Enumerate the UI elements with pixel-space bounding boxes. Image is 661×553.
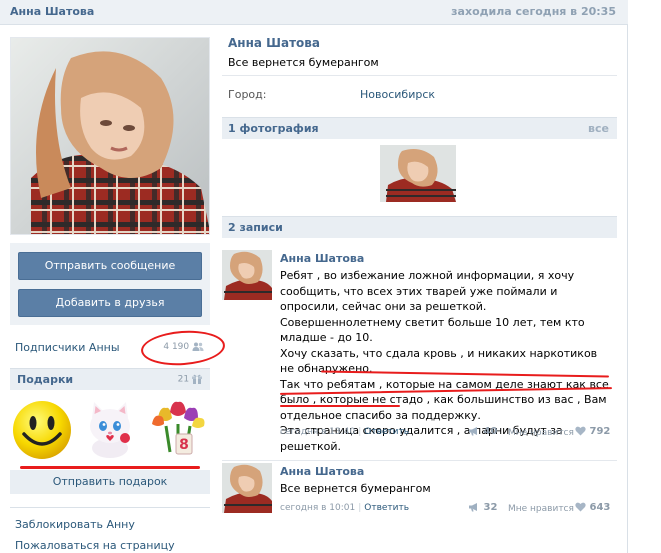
megaphone-icon: [469, 503, 477, 512]
post-meta: сегодня в 13:40 | Ответить: [280, 427, 410, 437]
profile-name: Анна Шатова: [228, 36, 320, 50]
annotation-underline: [280, 405, 400, 407]
post-author[interactable]: Анна Шатова: [280, 465, 364, 478]
photo-thumbnail[interactable]: [380, 145, 456, 202]
wall-header[interactable]: 2 записи: [222, 216, 617, 238]
profile-avatar[interactable]: [10, 37, 210, 235]
reply-link[interactable]: Ответить: [364, 503, 409, 513]
wall-post: Анна Шатова Ребят , во избежание ложной …: [222, 248, 617, 453]
gifts-count-value: 21: [177, 374, 190, 385]
post-time[interactable]: сегодня в 10:01: [280, 503, 355, 513]
svg-text:8: 8: [179, 437, 189, 453]
profile-page: Анна Шатова заходила сегодня в 20:35 Отп…: [0, 0, 628, 553]
profile-actions: Отправить сообщение Добавить в друзья: [10, 243, 210, 325]
like-count[interactable]: 643: [575, 502, 610, 513]
post-text-line: Ребят , во избежание ложной информации, …: [280, 269, 585, 344]
like-count[interactable]: 792: [575, 426, 610, 437]
like-count-value: 792: [589, 426, 611, 437]
gifts-title: Подарки: [17, 373, 74, 386]
share-count-value: 32: [483, 502, 498, 513]
online-status: заходила сегодня в 20:35: [451, 5, 616, 18]
heart-icon: [575, 426, 586, 436]
megaphone-icon: [469, 427, 477, 436]
reply-link[interactable]: Ответить: [364, 427, 409, 437]
photos-title: 1 фотография: [228, 122, 319, 135]
post-text-line: Так что ребятам , которые на самом деле …: [280, 377, 609, 422]
divider: [222, 75, 617, 76]
gift-icon: [192, 374, 202, 384]
topbar-name[interactable]: Анна Шатова: [10, 5, 94, 18]
like-label[interactable]: Мне нравится: [508, 504, 574, 514]
report-page-link[interactable]: Пожаловаться на страницу: [15, 539, 175, 552]
post-text: Все вернется бумерангом: [280, 481, 610, 497]
gifts-count: 21: [178, 374, 202, 385]
post-time[interactable]: сегодня в 13:40: [280, 427, 355, 437]
divider: [10, 507, 210, 508]
page-margin: [629, 0, 661, 553]
tulips-gift[interactable]: 8: [146, 396, 210, 460]
profile-status: Все вернется бумерангом: [228, 56, 379, 69]
kitten-gift[interactable]: [78, 396, 142, 460]
annotation-underline: [20, 466, 200, 469]
wall-post: Анна Шатова Все вернется бумерангом сего…: [222, 460, 617, 550]
photos-header[interactable]: 1 фотография все: [222, 117, 617, 139]
block-user-link[interactable]: Заблокировать Анну: [15, 518, 135, 531]
followers-label[interactable]: Подписчики Анны: [15, 341, 120, 354]
post-author[interactable]: Анна Шатова: [280, 252, 364, 265]
like-label[interactable]: Мне нравится: [508, 428, 574, 438]
post-meta: сегодня в 10:01 | Ответить: [280, 503, 410, 513]
city-link[interactable]: Новосибирск: [360, 88, 435, 101]
share-count[interactable]: 40: [468, 426, 497, 437]
post-author-avatar[interactable]: [222, 250, 272, 300]
post-text-line: Все вернется бумерангом: [280, 482, 431, 495]
send-message-button[interactable]: Отправить сообщение: [18, 252, 202, 280]
top-bar: Анна Шатова заходила сегодня в 20:35: [0, 0, 628, 25]
add-friend-button[interactable]: Добавить в друзья: [18, 289, 202, 317]
photos-all-link[interactable]: все: [588, 122, 609, 135]
city-label: Город:: [228, 88, 267, 101]
send-gift-button[interactable]: Отправить подарок: [10, 470, 210, 494]
share-count[interactable]: 32: [468, 502, 497, 513]
gifts-list: 8: [10, 390, 210, 466]
gifts-header[interactable]: Подарки 21: [10, 368, 210, 390]
heart-icon: [575, 502, 586, 512]
post-author-avatar[interactable]: [222, 463, 272, 513]
wall-title: 2 записи: [228, 221, 283, 234]
smiley-gift[interactable]: [10, 396, 74, 460]
like-count-value: 643: [589, 502, 611, 513]
share-count-value: 40: [483, 426, 498, 437]
